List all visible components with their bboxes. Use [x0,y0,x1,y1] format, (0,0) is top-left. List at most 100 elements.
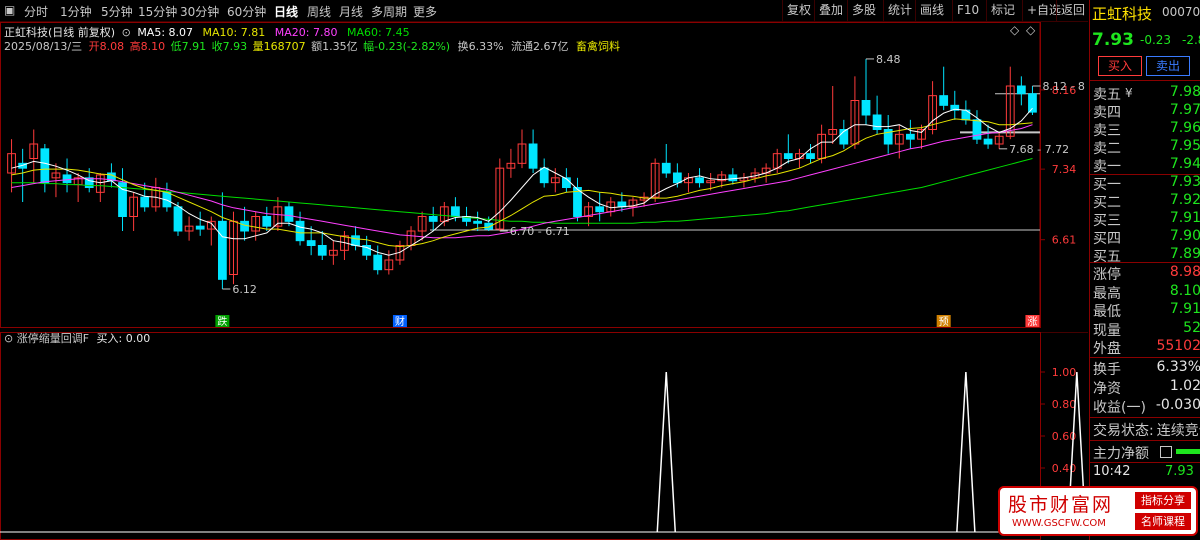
candle-down [40,148,50,184]
stat2-row-2-value: -0.030 [1155,397,1200,413]
candle-down [173,206,183,232]
candle-down [672,172,682,184]
period-tab-6[interactable]: 日线 [274,3,298,20]
stat-row-0-label: 涨停 [1093,267,1121,283]
site-watermark: 股市财富网 WWW.GSCFW.COM 指标分享 名师课程 [998,486,1198,536]
candle-down [195,225,205,230]
candle-down [473,220,482,224]
toolbar-button-8[interactable]: 返回 [1056,0,1089,22]
stat-row-4-value: 55102 [1156,338,1200,355]
sell-button[interactable]: 卖出 [1146,56,1190,76]
ma60-line [11,158,1033,224]
toolbar-button-3[interactable]: 统计 [883,0,916,22]
ask-row-3-label: 卖二 [1093,141,1121,157]
indicator-settings-icon[interactable]: ⊙ [4,332,13,345]
stat-row-1-label: 最高 [1093,285,1121,302]
stat-row-4: 外盘 55102 [1093,338,1200,357]
main-flow-toggle-icon[interactable] [1160,446,1172,458]
period-tab-7[interactable]: 周线 [307,3,331,20]
stat2-row-0-value: 6.33% [1156,359,1200,375]
event-marker: 跌 [217,315,227,328]
ask-row-3: 卖二 7.95 [1093,138,1200,157]
layout-icon[interactable]: ▣ [4,3,15,17]
price-annotation: 6.12 [232,283,256,296]
candle-down [783,153,793,160]
tick-price: 7.93 [1165,464,1194,479]
main-flow-bar [1176,449,1200,454]
indicator-tick-label: 1.00 [1052,366,1077,379]
ask-row-2-label: 卖三 [1093,123,1121,139]
period-tab-9[interactable]: 多周期 [371,3,407,20]
bid-row-0: 买一 7.93 [1093,174,1200,193]
ask-row-4-value: 7.94 [1169,156,1200,172]
candle-down [1028,93,1037,113]
candle-down [262,216,272,227]
indicator-name: 涨停缩量回调F [16,332,90,345]
buy-button[interactable]: 买入 [1098,56,1142,76]
indicator-header: ⊙ 涨停缩量回调F 买入: 0.00 [4,330,150,346]
trade-status-label: 交易状态: [1093,423,1154,439]
watermark-tag-course: 名师课程 [1135,513,1191,530]
candle-down [728,174,738,182]
candle-down [1016,85,1026,95]
stat2-row-2: 收益(一) -0.030 [1093,397,1200,416]
period-tab-3[interactable]: 15分钟 [138,3,177,20]
candle-down [661,162,671,174]
indicator-buy-value: 买入: 0.00 [96,332,151,345]
stock-code: 000702 [1162,5,1200,19]
bid-row-4-value: 7.89 [1169,246,1200,262]
bid-row-1-value: 7.92 [1169,192,1200,208]
price-annotation: 8.48 [876,53,901,66]
ask-row-2: 卖三 7.96 [1093,120,1200,139]
bid-row-4: 买五 7.89 [1093,246,1200,265]
candle-down [140,196,150,208]
candle-down [317,245,327,256]
bid-row-3: 买四 7.90 [1093,228,1200,247]
toolbar-button-2[interactable]: 多股 [847,0,880,22]
price-annotation: 8.12 - 8 [1042,80,1084,93]
period-tab-4[interactable]: 30分钟 [180,3,219,20]
buy-signal-spike [656,371,677,533]
bid-row-1-label: 买二 [1093,195,1121,211]
event-marker: 涨 [1027,316,1037,328]
bid-row-0-label: 买一 [1093,177,1121,193]
toolbar-button-4[interactable]: 画线 [915,0,948,22]
candle-down [62,174,72,184]
kline-chart[interactable]: 8.167.346.616.126.70 - 6.718.487.68 - 7.… [0,22,1088,328]
ask-row-3-value: 7.95 [1169,138,1200,154]
period-tab-8[interactable]: 月线 [339,3,363,20]
expand-diamond-icon[interactable]: ◇ [1026,23,1036,37]
y-tick-label: 6.61 [1052,234,1077,247]
indicator-chart[interactable]: 1.000.800.600.400.20 [0,332,1088,540]
stat-row-2-label: 最低 [1093,304,1121,321]
price-annotation: 6.70 - 6.71 [510,225,570,238]
period-toolbar: 分时 1分钟 5分钟 15分钟 30分钟 60分钟 日线 周线 月线 多周期 更多 ▣ 复权 叠加 多股 统计… [0,0,1088,22]
period-tab-0[interactable]: 分时 [24,3,48,20]
ask-row-1-label: 卖四 [1093,105,1121,121]
period-tab-5[interactable]: 60分钟 [227,3,266,20]
toolbar-button-5[interactable]: F10 [952,0,983,22]
period-tab-2[interactable]: 5分钟 [101,3,133,20]
candle-down [861,100,871,116]
period-tab-10[interactable]: 更多 [413,3,437,20]
diamond-icon[interactable]: ◇ [1010,23,1020,37]
period-tab-1[interactable]: 1分钟 [60,3,92,20]
candle-down [351,235,360,246]
watermark-url: WWW.GSCFW.COM [1012,518,1106,529]
stat2-row-1-value: 1.02 [1169,378,1200,394]
candle-down [428,216,438,222]
toolbar-button-6[interactable]: 标记 [986,0,1019,22]
price-change-pct: -2.82 [1182,33,1200,47]
candle-down [539,167,549,184]
stat-row-1: 最高 8.10 [1093,283,1200,302]
stat-row-2-value: 7.91 [1169,301,1200,318]
stat2-row-1: 净资 1.02 [1093,378,1200,397]
ask-row-0: 卖五 7.98 [1093,84,1200,103]
candle-down [806,153,815,160]
toolbar-button-1[interactable]: 叠加 [814,0,847,22]
trade-status: 交易状态:连续竞价 [1093,420,1200,440]
bid-row-2-value: 7.91 [1169,210,1200,226]
current-price: 7.93 [1092,30,1134,50]
trade-status-value: 连续竞价 [1156,423,1200,439]
toolbar-button-0[interactable]: 复权 [782,0,815,22]
